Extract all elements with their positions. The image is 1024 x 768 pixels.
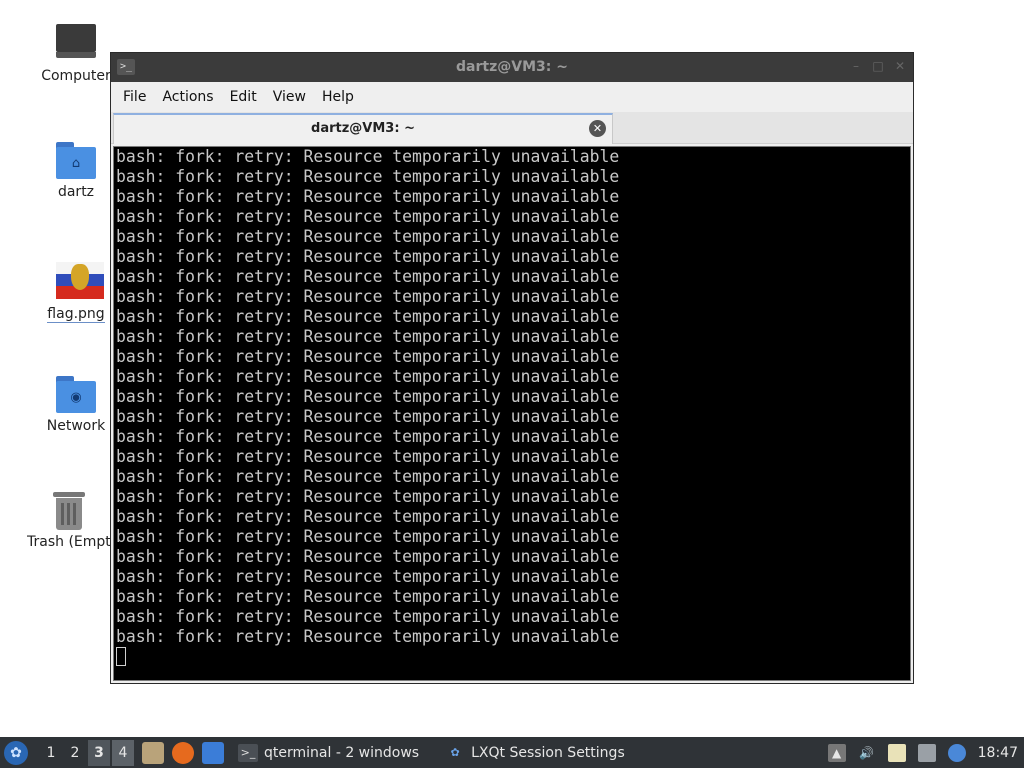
system-tray: ▲ 🔊 18:47 [827, 743, 1024, 762]
menu-actions[interactable]: Actions [154, 89, 221, 105]
window-titlebar[interactable]: >_ dartz@VM3: ~ – □ ✕ [111, 53, 913, 82]
maximize-icon[interactable]: □ [871, 59, 885, 73]
network-folder-icon: ◉ [54, 374, 98, 414]
workspace-2[interactable]: 2 [64, 740, 86, 766]
clock[interactable]: 18:47 [978, 745, 1018, 761]
desktop-icon-home-folder[interactable]: ⌂ dartz [31, 140, 121, 200]
terminal-output[interactable]: bash: fork: retry: Resource temporarily … [113, 146, 911, 681]
start-menu-icon[interactable]: ✿ [4, 740, 28, 765]
terminal-window: >_ dartz@VM3: ~ – □ ✕ File Actions Edit … [110, 52, 914, 684]
minimize-icon[interactable]: – [849, 59, 863, 73]
taskbar: ✿ 1 2 3 4 >_ qterminal - 2 windows ✿ LXQ… [0, 737, 1024, 768]
task-lxqt-session-settings[interactable]: ✿ LXQt Session Settings [445, 737, 637, 768]
menu-file[interactable]: File [115, 89, 154, 105]
tab-bar: dartz@VM3: ~ ✕ [111, 112, 913, 144]
menu-help[interactable]: Help [314, 89, 362, 105]
task-qterminal[interactable]: >_ qterminal - 2 windows [238, 737, 431, 768]
lxqt-settings-icon: ✿ [450, 745, 460, 759]
volume-icon[interactable]: 🔊 [858, 744, 876, 762]
close-icon[interactable]: ✕ [893, 59, 907, 73]
tab-label: dartz@VM3: ~ [311, 121, 415, 136]
desktop-icon-label: Trash (Empty) [27, 534, 111, 550]
desktop-icon-network[interactable]: ◉ Network [31, 374, 121, 434]
workspace-4[interactable]: 4 [112, 739, 134, 766]
home-folder-icon: ⌂ [54, 140, 98, 180]
menu-bar: File Actions Edit View Help [111, 82, 913, 112]
computer-icon [54, 24, 98, 64]
menu-view[interactable]: View [265, 89, 314, 105]
terminal-text: bash: fork: retry: Resource temporarily … [116, 147, 620, 646]
workspace-1[interactable]: 1 [40, 740, 62, 766]
clipboard-icon[interactable] [887, 743, 906, 762]
desktop-icon-label: flag.png [47, 306, 105, 323]
tab-terminal[interactable]: dartz@VM3: ~ ✕ [113, 113, 613, 144]
desktop-icon-flag-file[interactable]: flag.png [31, 262, 121, 327]
update-notifier-icon[interactable] [947, 743, 966, 762]
tab-close-icon[interactable]: ✕ [589, 120, 606, 137]
menu-edit[interactable]: Edit [222, 89, 265, 105]
image-file-icon [54, 262, 104, 302]
desktop-icon-computer[interactable]: Computer [31, 24, 121, 84]
terminal-cursor [116, 647, 126, 666]
terminal-icon: >_ [238, 743, 258, 762]
task-label: LXQt Session Settings [471, 744, 625, 761]
show-desktop-icon[interactable] [202, 741, 224, 764]
trash-icon [47, 490, 91, 530]
workspace-3[interactable]: 3 [88, 739, 110, 766]
firefox-launcher-icon[interactable] [172, 741, 194, 764]
desktop-icon-trash[interactable]: Trash (Empty) [27, 490, 111, 550]
network-status-icon[interactable] [917, 743, 936, 762]
task-label: qterminal - 2 windows [264, 744, 420, 761]
window-title: dartz@VM3: ~ [456, 59, 568, 75]
desktop-icon-label: Computer [41, 68, 111, 84]
tray-menu-icon[interactable]: ▲ [827, 743, 846, 762]
file-manager-launcher-icon[interactable] [142, 741, 164, 764]
desktop-icon-label: dartz [57, 184, 95, 200]
desktop-icon-label: Network [46, 418, 106, 434]
